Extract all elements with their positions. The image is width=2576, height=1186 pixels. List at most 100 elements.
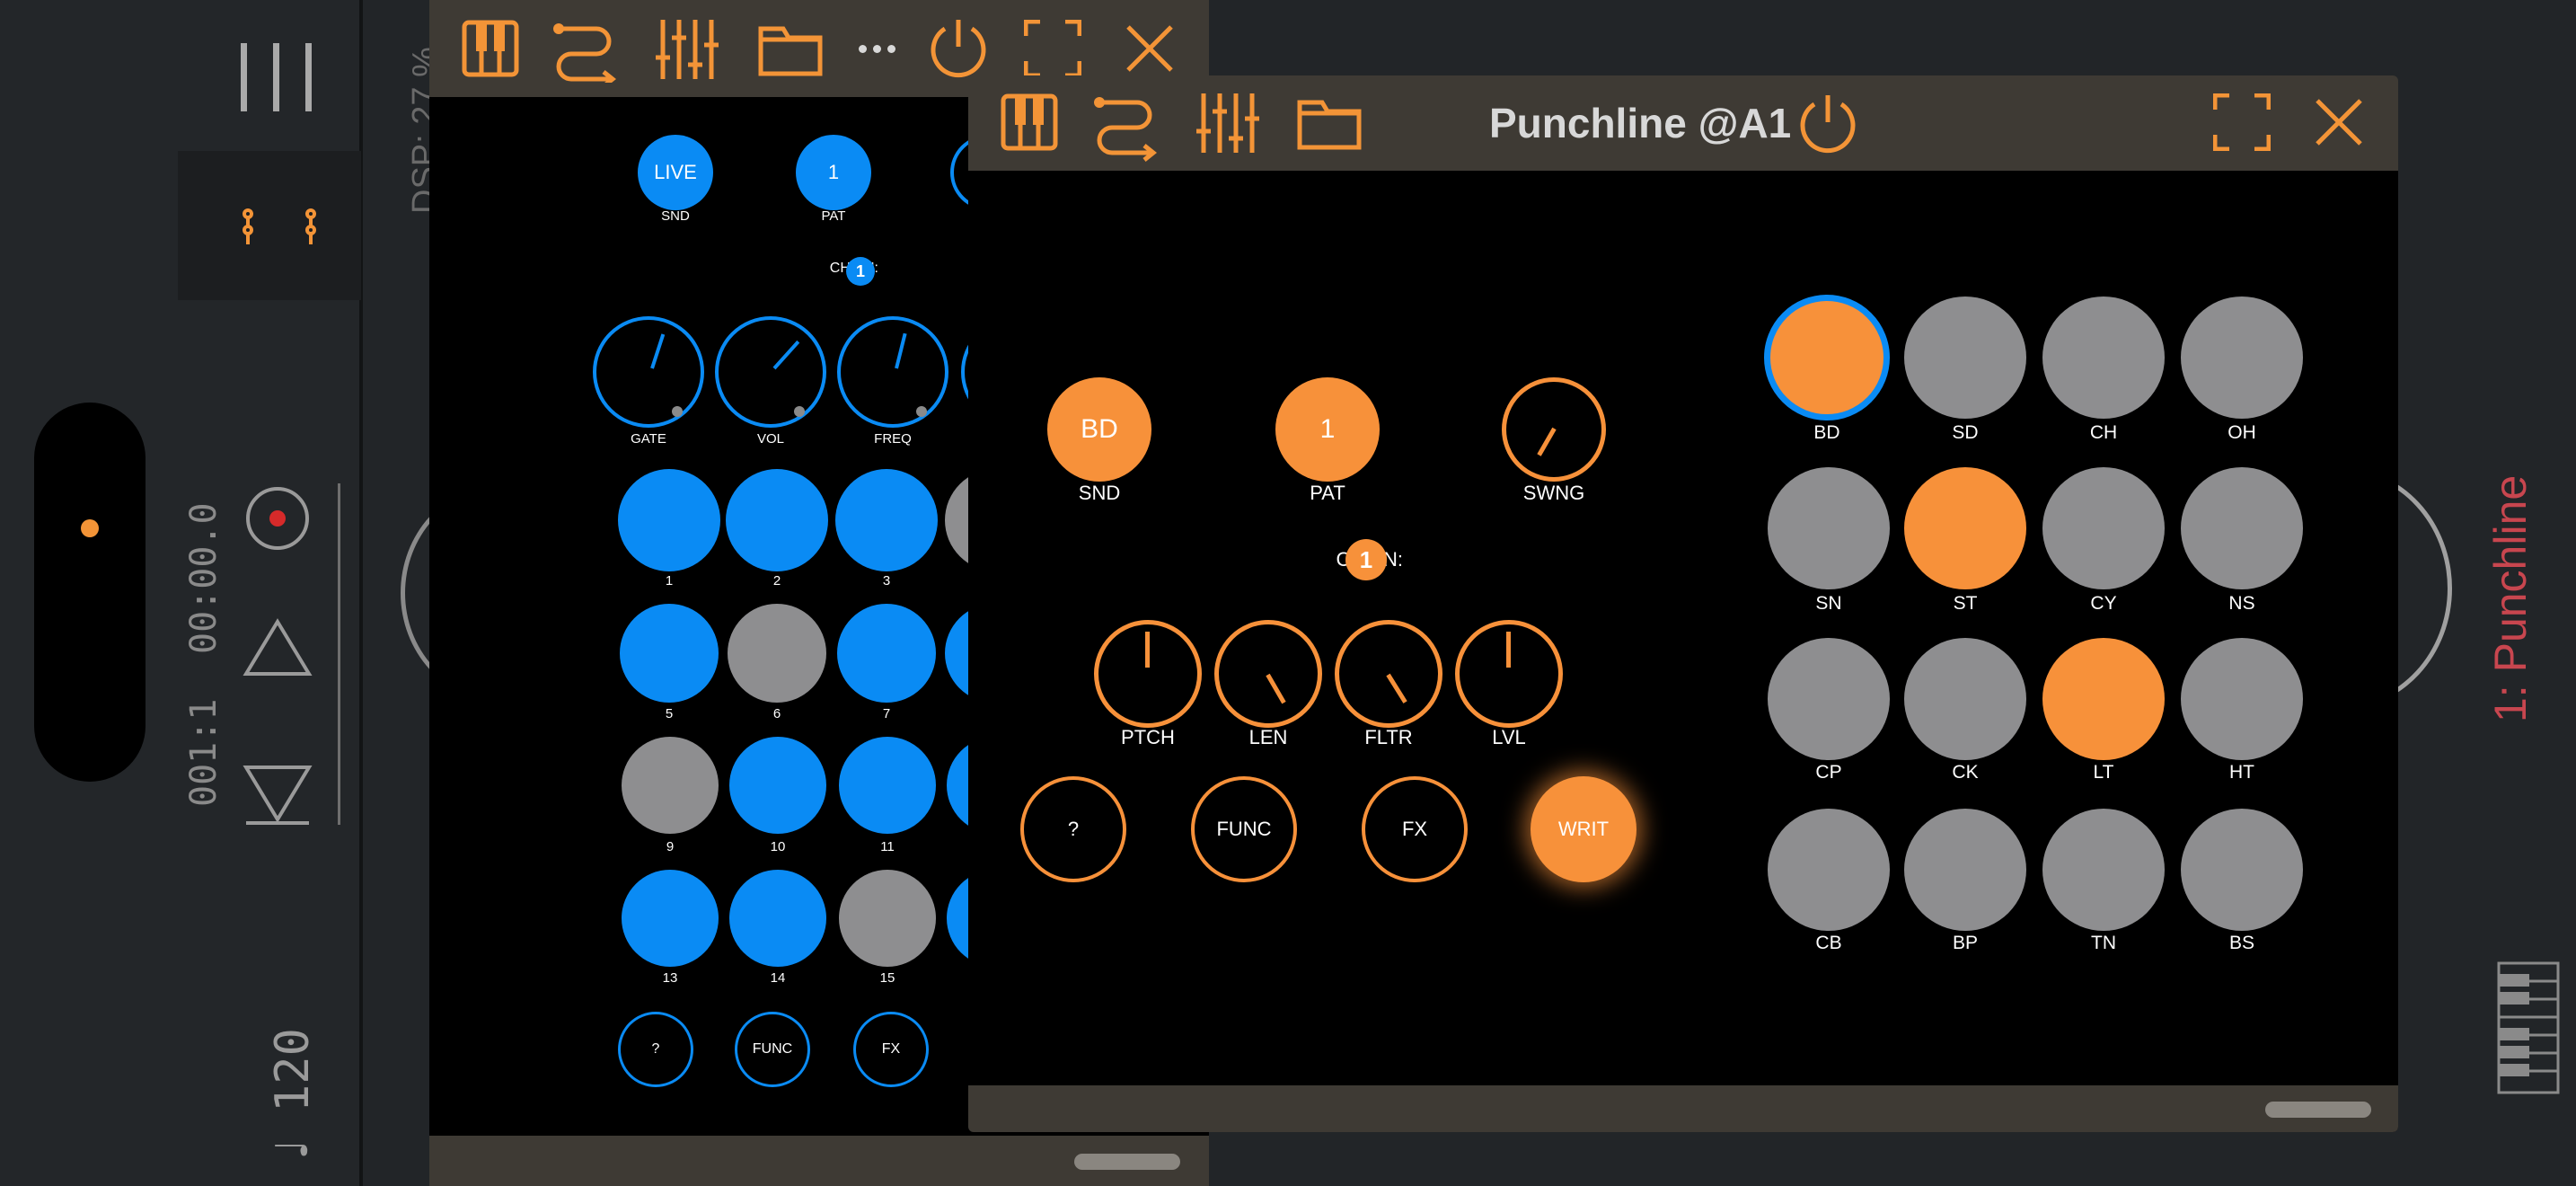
keyboard-icon[interactable] bbox=[2497, 961, 2560, 1094]
pad-cb[interactable] bbox=[1768, 809, 1890, 931]
front-window-handle[interactable] bbox=[2265, 1102, 2371, 1118]
close-icon[interactable] bbox=[2314, 97, 2364, 147]
step-button[interactable] bbox=[620, 604, 719, 703]
pad-sd[interactable] bbox=[1904, 296, 2026, 419]
back-window-footer bbox=[429, 1136, 1209, 1186]
pattern-select-button[interactable]: 1 bbox=[796, 135, 871, 210]
volume-knob[interactable] bbox=[715, 316, 826, 428]
help-button[interactable]: ? bbox=[618, 1012, 693, 1087]
step-button[interactable] bbox=[839, 870, 936, 967]
write-button[interactable]: WRIT bbox=[1531, 776, 1636, 882]
back-window-handle[interactable] bbox=[1074, 1154, 1180, 1170]
step-button[interactable] bbox=[729, 870, 826, 967]
step-button[interactable] bbox=[622, 870, 719, 967]
pad-cy[interactable] bbox=[2042, 467, 2165, 589]
step-button[interactable] bbox=[728, 604, 826, 703]
swing-knob[interactable] bbox=[1502, 377, 1606, 482]
folder-icon[interactable] bbox=[758, 23, 823, 77]
fx-button-label: FX bbox=[881, 1041, 901, 1057]
step-label: 3 bbox=[882, 573, 891, 589]
gate-knob[interactable] bbox=[593, 316, 704, 428]
song-time: 00:00.0 bbox=[183, 502, 225, 654]
menu-icon[interactable] bbox=[241, 43, 313, 111]
swing-label: SWNG bbox=[1522, 482, 1585, 504]
routing-icon[interactable] bbox=[1092, 90, 1160, 162]
song-position: 001:1 bbox=[183, 698, 225, 807]
pad-ht[interactable] bbox=[2181, 638, 2303, 760]
power-icon[interactable] bbox=[1796, 92, 1859, 156]
pattern-select-button[interactable]: 1 bbox=[1275, 377, 1380, 482]
func-button[interactable]: FUNC bbox=[735, 1012, 810, 1087]
help-button-label: ? bbox=[651, 1041, 660, 1057]
fullscreen-icon[interactable] bbox=[2213, 93, 2271, 151]
rewind-icon[interactable] bbox=[243, 762, 313, 827]
filter-knob[interactable] bbox=[1335, 620, 1442, 728]
pad-ch[interactable] bbox=[2042, 296, 2165, 419]
sound-value: BD bbox=[1081, 414, 1118, 444]
power-icon[interactable] bbox=[927, 16, 990, 81]
step-button[interactable] bbox=[622, 737, 719, 834]
front-window-footer bbox=[968, 1085, 2398, 1132]
knob-indicator-dot bbox=[794, 406, 805, 417]
pad-st[interactable] bbox=[1904, 467, 2026, 589]
pad-tn[interactable] bbox=[2042, 809, 2165, 931]
chain-value-badge[interactable]: 1 bbox=[1345, 539, 1387, 580]
pad-bd[interactable] bbox=[1764, 295, 1890, 420]
step-button[interactable] bbox=[726, 469, 828, 571]
help-button-label: ? bbox=[1067, 818, 1080, 840]
tempo-value[interactable]: 120 bbox=[266, 1028, 320, 1112]
length-knob[interactable] bbox=[1214, 620, 1322, 728]
step-button[interactable] bbox=[729, 737, 826, 834]
pad-label: CP bbox=[1815, 762, 1842, 783]
pad-label: NS bbox=[2228, 593, 2255, 614]
step-button[interactable] bbox=[839, 737, 936, 834]
pad-bs[interactable] bbox=[2181, 809, 2303, 931]
step-label: 5 bbox=[665, 706, 674, 721]
fx-button[interactable]: FX bbox=[1362, 776, 1468, 882]
level-knob[interactable] bbox=[1455, 620, 1563, 728]
keyboard-icon[interactable] bbox=[462, 20, 519, 77]
pitch-knob[interactable] bbox=[1094, 620, 1202, 728]
pad-label: HT bbox=[2229, 762, 2254, 783]
func-button[interactable]: FUNC bbox=[1191, 776, 1297, 882]
pad-ns[interactable] bbox=[2181, 467, 2303, 589]
pad-label: SD bbox=[1952, 422, 1979, 443]
knob-pointer bbox=[772, 340, 800, 370]
step-button[interactable] bbox=[835, 469, 938, 571]
fullscreen-icon[interactable] bbox=[1024, 20, 1081, 77]
pad-lt[interactable] bbox=[2042, 638, 2165, 760]
step-button[interactable] bbox=[837, 604, 936, 703]
pad-bp[interactable] bbox=[1904, 809, 2026, 931]
pad-sn[interactable] bbox=[1768, 467, 1890, 589]
freq-knob[interactable] bbox=[837, 316, 948, 428]
record-button[interactable] bbox=[246, 487, 309, 550]
help-button[interactable]: ? bbox=[1020, 776, 1126, 882]
sound-select-button[interactable]: BD bbox=[1047, 377, 1151, 482]
step-label: 15 bbox=[879, 970, 895, 986]
play-icon[interactable] bbox=[243, 618, 313, 677]
pattern-value: 1 bbox=[1319, 414, 1336, 444]
pad-cp[interactable] bbox=[1768, 638, 1890, 760]
pad-label: BD bbox=[1813, 422, 1840, 443]
sound-label: SND bbox=[1078, 482, 1121, 504]
mixer-icon[interactable] bbox=[1195, 92, 1261, 155]
knob-pointer bbox=[650, 333, 666, 369]
close-icon[interactable] bbox=[1125, 23, 1175, 74]
knob-pointer bbox=[895, 332, 907, 369]
pad-oh[interactable] bbox=[2181, 296, 2303, 419]
transport-divider bbox=[338, 483, 340, 825]
transport-scrubber[interactable] bbox=[34, 403, 146, 782]
keyboard-icon[interactable] bbox=[1001, 93, 1058, 151]
sound-select-button[interactable]: LIVE bbox=[638, 135, 713, 210]
audio-routing-panel[interactable] bbox=[178, 151, 361, 300]
step-label: 6 bbox=[772, 706, 781, 721]
mixer-icon[interactable] bbox=[654, 18, 720, 81]
pad-ck[interactable] bbox=[1904, 638, 2026, 760]
routing-icon[interactable] bbox=[551, 16, 620, 83]
step-button[interactable] bbox=[618, 469, 720, 571]
folder-icon[interactable] bbox=[1297, 97, 1362, 151]
chain-value-badge[interactable]: 1 bbox=[846, 257, 875, 286]
more-icon[interactable] bbox=[859, 45, 898, 54]
knob-pointer bbox=[1537, 427, 1557, 456]
fx-button[interactable]: FX bbox=[853, 1012, 929, 1087]
